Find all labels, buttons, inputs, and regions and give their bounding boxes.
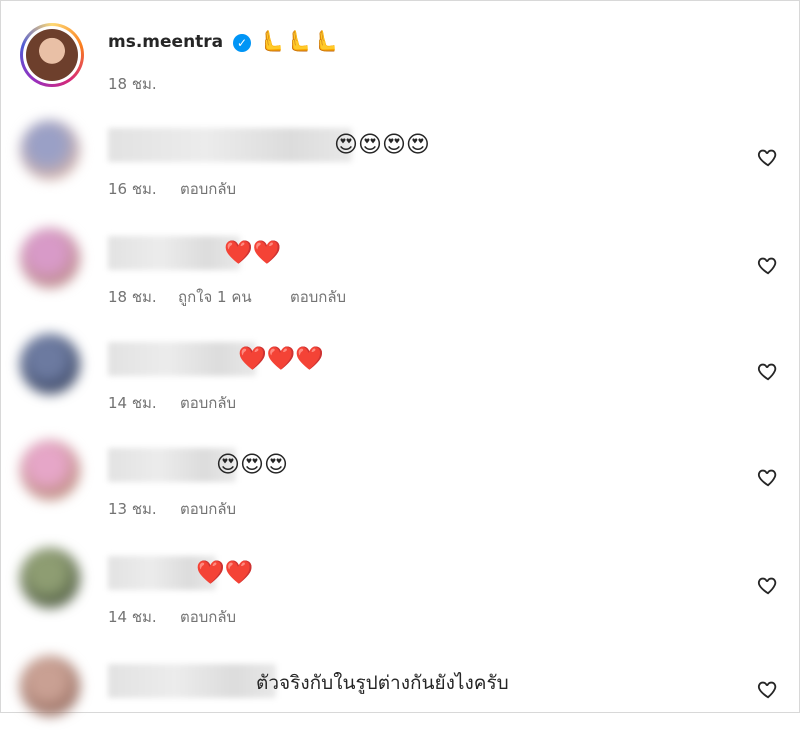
comment-avatar[interactable] bbox=[20, 228, 80, 288]
comment-avatar[interactable] bbox=[20, 440, 80, 500]
reply-button[interactable]: ตอบกลับ bbox=[290, 285, 346, 309]
heart-outline-icon[interactable] bbox=[757, 254, 779, 276]
comment-time: 18 ชม. bbox=[108, 288, 157, 306]
comment-text: 😍😍😍😍 bbox=[334, 132, 430, 158]
post-time: 18 ชม. bbox=[108, 75, 157, 93]
comment-avatar[interactable] bbox=[20, 548, 80, 608]
post-caption: ms.meentra ✓ 🫷🫷🫷 18 ชม. bbox=[20, 20, 760, 100]
comment-text: 😍😍😍 bbox=[216, 452, 288, 478]
comment-text: ❤️❤️ bbox=[224, 240, 282, 266]
reply-button[interactable]: ตอบกลับ bbox=[180, 177, 236, 201]
verified-check-icon: ✓ bbox=[233, 34, 251, 52]
comment-item: ❤️❤️ 18 ชม. ถูกใจ 1 คน ตอบกลับ bbox=[20, 228, 780, 318]
heart-outline-icon[interactable] bbox=[757, 574, 779, 596]
comment-time: 16 ชม. bbox=[108, 180, 157, 198]
comment-username-blurred[interactable] bbox=[108, 342, 256, 376]
caption-emoji: 🫷🫷🫷 bbox=[258, 29, 340, 53]
comment-username-blurred[interactable] bbox=[108, 128, 352, 162]
comment-text: ❤️❤️❤️ bbox=[238, 346, 324, 372]
comment-time: 13 ชม. bbox=[108, 500, 157, 518]
heart-outline-icon[interactable] bbox=[757, 146, 779, 168]
comment-like-count[interactable]: ถูกใจ 1 คน bbox=[178, 285, 252, 309]
comment-username-blurred[interactable] bbox=[108, 664, 276, 698]
comment-avatar[interactable] bbox=[20, 334, 80, 394]
comment-item: 😍😍😍 13 ชม. ตอบกลับ bbox=[20, 440, 780, 530]
comment-text: ❤️❤️ bbox=[196, 560, 254, 586]
comment-item: ตัวจริงกับในรูปต่างกันยังไงครับ bbox=[20, 656, 780, 746]
comment-avatar[interactable] bbox=[20, 120, 80, 180]
comment-time: 14 ชม. bbox=[108, 608, 157, 626]
heart-outline-icon[interactable] bbox=[757, 678, 779, 700]
heart-outline-icon[interactable] bbox=[757, 360, 779, 382]
reply-button[interactable]: ตอบกลับ bbox=[180, 497, 236, 521]
heart-outline-icon[interactable] bbox=[757, 466, 779, 488]
comment-item: ❤️❤️❤️ 14 ชม. ตอบกลับ bbox=[20, 334, 780, 424]
owner-username[interactable]: ms.meentra bbox=[108, 32, 223, 52]
reply-button[interactable]: ตอบกลับ bbox=[180, 605, 236, 629]
comment-text: ตัวจริงกับในรูปต่างกันยังไงครับ bbox=[256, 672, 509, 694]
comment-username-blurred[interactable] bbox=[108, 236, 240, 270]
reply-button[interactable]: ตอบกลับ bbox=[180, 391, 236, 415]
comment-item: 😍😍😍😍 16 ชม. ตอบกลับ bbox=[20, 120, 780, 210]
comment-time: 14 ชม. bbox=[108, 394, 157, 412]
owner-avatar-image bbox=[26, 29, 78, 81]
comment-avatar[interactable] bbox=[20, 656, 80, 716]
owner-avatar[interactable] bbox=[20, 23, 84, 87]
comment-item: ❤️❤️ 14 ชม. ตอบกลับ bbox=[20, 548, 780, 638]
